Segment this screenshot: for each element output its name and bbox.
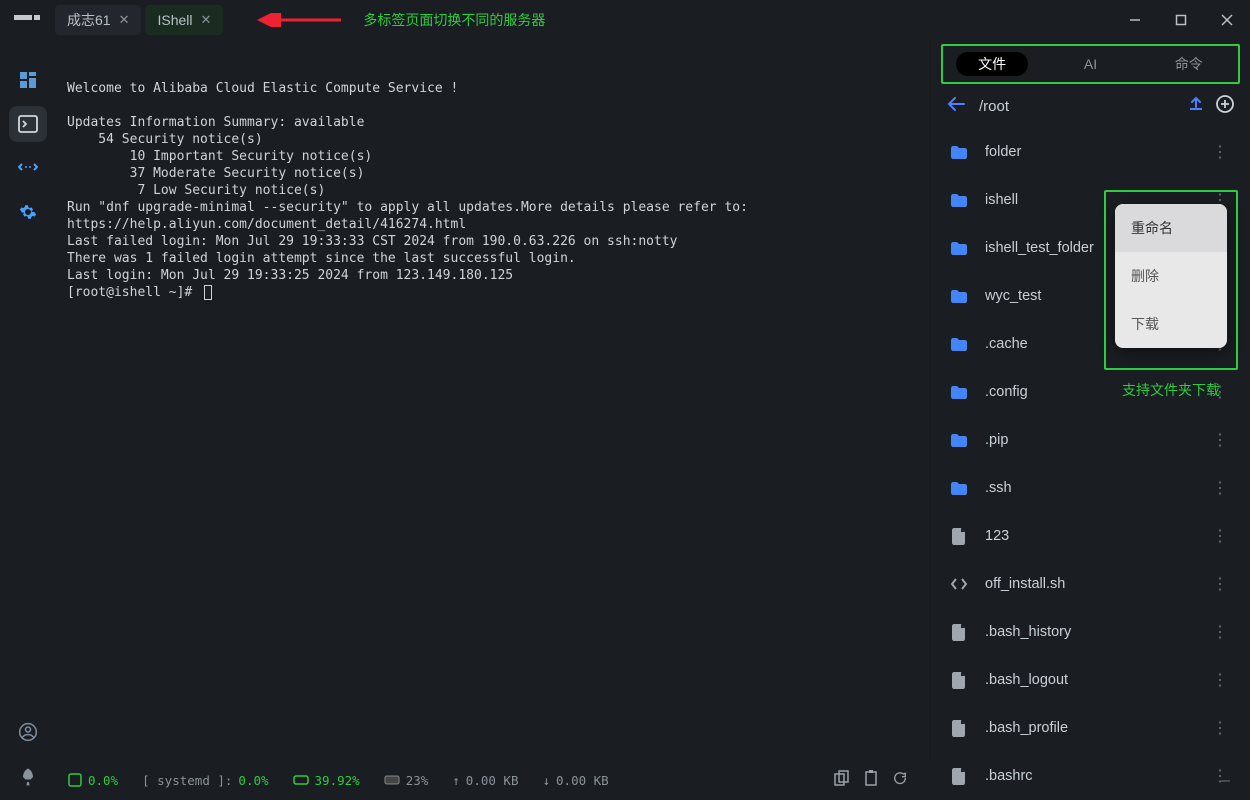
copy-icon[interactable]: [834, 770, 850, 791]
file-name: .bash_profile: [985, 720, 1192, 736]
terminal-output[interactable]: Welcome to Alibaba Cloud Elastic Compute…: [55, 40, 930, 760]
folder-icon: [949, 241, 969, 256]
file-name: .ssh: [985, 480, 1192, 496]
file-icon: [949, 528, 969, 545]
right-panel: 文件AI命令 /root folder⋮ishell⋮ishell_test_f…: [930, 40, 1250, 760]
file-row[interactable]: .bash_logout ⋮: [931, 656, 1250, 704]
file-row[interactable]: .bash_history ⋮: [931, 608, 1250, 656]
context-item[interactable]: 重命名: [1115, 204, 1227, 252]
nav-dashboard[interactable]: [9, 62, 47, 98]
nav-settings[interactable]: [9, 194, 47, 230]
file-row[interactable]: .pip ⋮: [931, 416, 1250, 464]
side-nav: [0, 40, 55, 760]
file-row[interactable]: 123 ⋮: [931, 512, 1250, 560]
close-button[interactable]: [1204, 0, 1250, 40]
terminal-cursor: [204, 285, 212, 300]
file-name: .bashrc: [985, 768, 1192, 784]
file-row[interactable]: folder ⋮: [931, 128, 1250, 176]
file-row[interactable]: off_install.sh ⋮: [931, 560, 1250, 608]
stat-disk: 39.92%: [293, 773, 360, 788]
maximize-button[interactable]: [1158, 0, 1204, 40]
close-icon[interactable]: ✕: [119, 12, 130, 28]
stat-mem: 23%: [384, 773, 429, 788]
file-more-icon[interactable]: ⋮: [1208, 670, 1232, 690]
file-row[interactable]: .bash_profile ⋮: [931, 704, 1250, 752]
current-path: /root: [979, 98, 1174, 115]
folder-icon: [949, 145, 969, 160]
path-back-icon[interactable]: [947, 97, 965, 115]
nav-terminal[interactable]: [9, 106, 47, 142]
minimize-button[interactable]: [1112, 0, 1158, 40]
code-icon: [949, 577, 969, 591]
file-more-icon[interactable]: ⋮: [1208, 142, 1232, 162]
file-more-icon[interactable]: ⋮: [1208, 622, 1232, 642]
nav-account[interactable]: [9, 714, 47, 750]
file-name: off_install.sh: [985, 576, 1192, 592]
stat-download: ↓ 0.00 KB: [542, 773, 608, 788]
file-name: .bash_history: [985, 624, 1192, 640]
right-resize-handle[interactable]: –: [1221, 772, 1230, 790]
add-icon[interactable]: [1216, 95, 1234, 117]
app-logo: [0, 13, 55, 27]
annotation-contextmenu-label: 支持文件夹下载: [1104, 380, 1238, 400]
file-name: folder: [985, 144, 1192, 160]
file-row[interactable]: .ssh ⋮: [931, 464, 1250, 512]
folder-icon: [949, 193, 969, 208]
file-more-icon[interactable]: ⋮: [1208, 718, 1232, 738]
file-icon: [949, 720, 969, 737]
tab[interactable]: IShell✕: [145, 5, 223, 35]
file-more-icon[interactable]: ⋮: [1208, 430, 1232, 450]
close-icon[interactable]: ✕: [201, 12, 212, 28]
folder-icon: [949, 289, 969, 304]
stat-upload: ↑ 0.00 KB: [452, 773, 518, 788]
folder-icon: [949, 337, 969, 352]
right-tab-0[interactable]: 文件: [943, 54, 1041, 74]
stat-systemd: [ systemd ]: 0.0%: [142, 773, 268, 788]
folder-icon: [949, 481, 969, 496]
context-item[interactable]: 删除: [1115, 252, 1227, 300]
right-tab-2[interactable]: 命令: [1140, 54, 1238, 74]
right-tabs: 文件AI命令: [941, 44, 1240, 84]
file-icon: [949, 672, 969, 689]
stat-cpu: 0.0%: [68, 773, 118, 788]
tab[interactable]: 成志61✕: [55, 5, 141, 35]
file-more-icon[interactable]: ⋮: [1208, 574, 1232, 594]
right-tab-1[interactable]: AI: [1041, 56, 1139, 72]
file-more-icon[interactable]: ⋮: [1208, 526, 1232, 546]
paste-icon[interactable]: [864, 770, 878, 791]
file-name: 123: [985, 528, 1192, 544]
folder-icon: [949, 433, 969, 448]
nav-transfer[interactable]: [9, 150, 47, 186]
context-menu: 重命名删除下载: [1115, 204, 1227, 348]
file-more-icon[interactable]: ⋮: [1208, 478, 1232, 498]
status-bar: 0.0% [ systemd ]: 0.0% 39.92% 23% ↑ 0.00…: [0, 760, 940, 800]
folder-icon: [949, 385, 969, 400]
refresh-icon[interactable]: [892, 770, 908, 791]
file-icon: [949, 768, 969, 785]
upload-icon[interactable]: [1188, 95, 1204, 117]
context-item[interactable]: 下载: [1115, 300, 1227, 348]
file-name: .pip: [985, 432, 1192, 448]
annotation-tabs: 多标签页面切换不同的服务器: [253, 10, 545, 30]
file-name: .bash_logout: [985, 672, 1192, 688]
tabs-container: 成志61✕IShell✕: [55, 0, 223, 40]
file-row[interactable]: .bashrc⋮: [931, 752, 1250, 800]
file-icon: [949, 624, 969, 641]
